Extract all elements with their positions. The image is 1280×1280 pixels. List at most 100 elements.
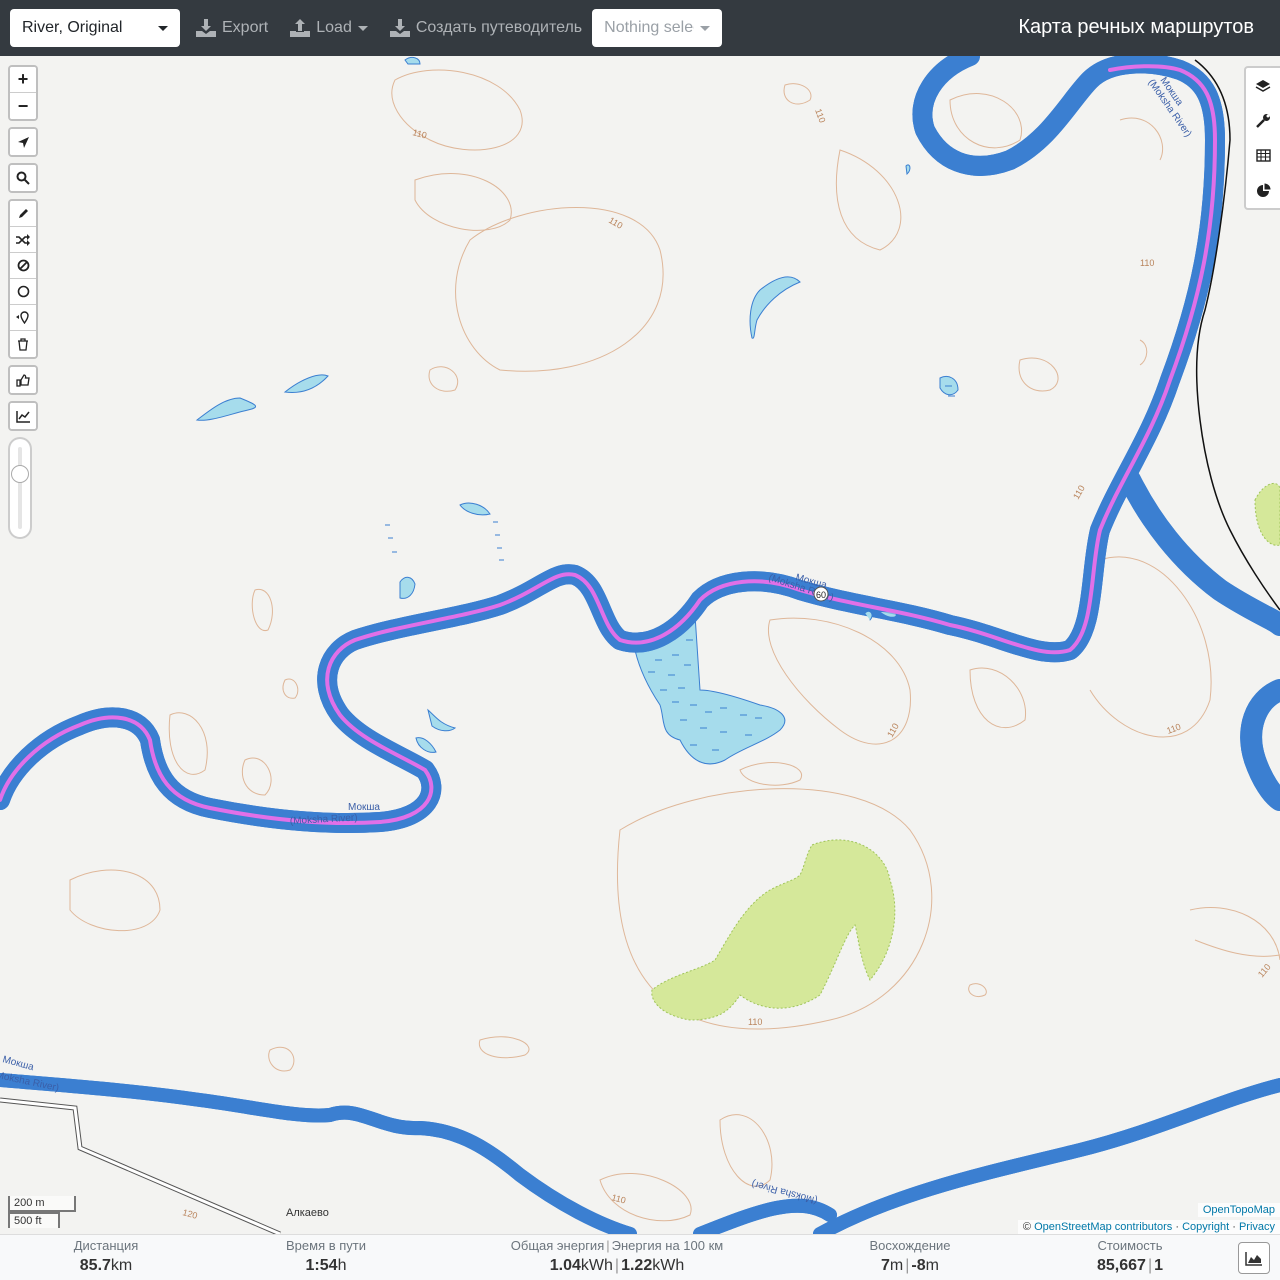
statistics-button[interactable] (1246, 173, 1280, 208)
chevron-down-icon (158, 25, 168, 31)
opentopomap-link[interactable]: OpenTopoMap (1203, 1204, 1275, 1216)
poi-button[interactable] (10, 305, 36, 331)
zoom-slider-knob[interactable] (11, 465, 29, 483)
water-bodies (195, 56, 959, 765)
load-button[interactable]: Load (284, 9, 374, 47)
feedback-button[interactable] (10, 367, 36, 393)
river-label: Мокша (1, 1054, 35, 1073)
table-icon (1255, 149, 1271, 162)
pie-chart-icon (1256, 183, 1270, 197)
search-control (8, 163, 38, 193)
chevron-down-icon (357, 25, 368, 31)
stat-ascent-label: Восхождение (869, 1238, 951, 1253)
zoom-control: + − (8, 65, 38, 121)
scale-metric: 200 m (8, 1196, 76, 1212)
layers-icon (1255, 79, 1271, 92)
copyright-symbol: © (1022, 1221, 1032, 1233)
delete-route-button[interactable] (10, 331, 36, 357)
river-label: Мокша (348, 802, 380, 813)
scale-imperial: 500 ft (8, 1212, 60, 1228)
contour-label: 120 (181, 1207, 198, 1221)
search-icon (16, 171, 30, 185)
shuffle-icon (16, 233, 30, 246)
no-go-area-button[interactable] (10, 253, 36, 279)
chevron-down-icon (700, 25, 711, 31)
stat-time: Время в пути 1:54h (266, 1235, 386, 1277)
route-stats-bar: Дистанция 85.7km Время в пути 1:54h Обща… (0, 1234, 1280, 1280)
circle-tool-button[interactable] (10, 279, 36, 305)
wrench-icon (1255, 114, 1270, 128)
stat-distance-value: 85.7km (79, 1257, 133, 1274)
contour-label: 110 (610, 1192, 626, 1205)
ban-icon (17, 259, 29, 272)
zoom-out-button[interactable]: − (10, 93, 36, 119)
profile-select-value: River, Original (22, 19, 123, 36)
attribution-separator: · (1232, 1221, 1236, 1233)
create-guide-label: Создать путеводитель (415, 19, 583, 36)
stat-time-value: 1:54h (305, 1257, 347, 1274)
elevation-control (8, 401, 38, 431)
map-canvas[interactable]: 110 110 110 110 110 110 110 110 110 110 … (0, 56, 1280, 1234)
track-select-value: Nothing selected (604, 19, 694, 36)
osm-link[interactable]: OpenStreetMap contributors (1034, 1221, 1172, 1233)
area-chart-icon (1245, 1251, 1262, 1266)
top-navbar: River, Original Export Load Создать путе… (0, 0, 1280, 56)
map-pin-icon (16, 311, 29, 324)
stat-energy-value: 1.04kWh | 1.22kWh (549, 1257, 685, 1274)
feedback-control (8, 365, 38, 395)
elevation-chart-button[interactable] (1238, 1242, 1270, 1274)
attribution-separator: · (1175, 1221, 1179, 1233)
locate-control (8, 127, 38, 157)
contour-label: 110 (813, 107, 827, 124)
zoom-slider[interactable] (8, 437, 32, 539)
pencil-icon (18, 209, 28, 218)
export-button[interactable]: Export (190, 9, 274, 47)
app: River, Original Export Load Создать путе… (0, 0, 1280, 1280)
line-chart-icon (15, 410, 30, 423)
settings-button[interactable] (1246, 103, 1280, 138)
stat-cost-label: Стоимость (1097, 1238, 1163, 1253)
upload-icon (290, 19, 311, 37)
stat-distance-label: Дистанция (73, 1238, 139, 1253)
contour-label: 110 (748, 1017, 762, 1027)
locate-button[interactable] (10, 129, 36, 155)
reverse-route-button[interactable] (10, 227, 36, 253)
app-title: Карта речных маршрутов (1018, 16, 1254, 38)
table-button[interactable] (1246, 138, 1280, 173)
download-icon (196, 19, 216, 37)
planned-route[interactable] (0, 64, 1218, 826)
zoom-in-button[interactable]: + (10, 67, 36, 93)
stat-distance: Дистанция 85.7km (56, 1235, 156, 1277)
village-label: Алкаево (286, 1207, 329, 1219)
search-button[interactable] (10, 165, 36, 191)
route-marker: 60 (813, 586, 829, 602)
stat-time-label: Время в пути (286, 1238, 366, 1253)
load-label: Load (316, 19, 352, 36)
create-guide-button[interactable]: Создать путеводитель (384, 9, 588, 47)
zoom-slider-track (18, 447, 22, 529)
contour-label: 110 (1256, 962, 1273, 979)
stat-energy: Общая энергия | Энергия на 100 км 1.04kWh |… (500, 1235, 734, 1277)
privacy-link[interactable]: Privacy (1239, 1221, 1275, 1233)
svg-text:60: 60 (816, 590, 826, 600)
download-icon (389, 19, 410, 37)
contour-labels: 110 110 110 110 110 110 110 110 110 110 … (181, 107, 1272, 1221)
thumbs-up-icon (16, 373, 30, 387)
contour-label: 110 (607, 215, 624, 231)
circle-icon (17, 285, 29, 298)
track-select[interactable]: Nothing selected (592, 9, 723, 47)
draw-toolbar (8, 199, 38, 359)
profile-select[interactable]: River, Original (10, 9, 180, 47)
map-tiles: 110 110 110 110 110 110 110 110 110 110 … (0, 56, 1280, 1234)
stat-ascent: Восхождение 7m | -8m (850, 1235, 970, 1277)
copyright-link[interactable]: Copyright (1182, 1221, 1229, 1233)
contour-label: 110 (1140, 258, 1154, 268)
draw-route-button[interactable] (10, 201, 36, 227)
contour-label: 110 (411, 127, 427, 140)
tile-attribution: OpenTopoMap (1197, 1203, 1280, 1217)
stat-ascent-value: 7m | -8m (881, 1257, 939, 1274)
route-outline (0, 63, 1219, 827)
elevation-profile-button[interactable] (10, 403, 36, 429)
layers-button[interactable] (1246, 68, 1280, 103)
location-arrow-icon (17, 136, 29, 148)
